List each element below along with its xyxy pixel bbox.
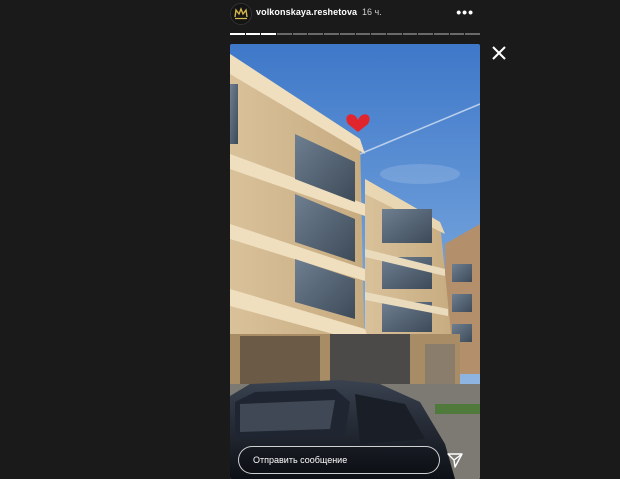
progress-segment [339,33,355,35]
story-header: volkonskaya.reshetova 16 ч. ••• [230,2,480,26]
story-progress [230,33,480,35]
progress-segment [402,33,418,35]
send-icon[interactable] [446,451,464,469]
story-image[interactable] [230,44,480,479]
more-dots-icon[interactable]: ••• [456,4,474,20]
progress-segment [433,33,449,35]
reply-input[interactable]: Отправить сообщение [238,446,440,474]
reply-placeholder: Отправить сообщение [253,455,348,465]
post-time: 16 ч. [362,7,382,17]
progress-segment [308,33,324,35]
progress-segment [245,33,261,35]
building-photo [230,44,480,479]
progress-segment [386,33,402,35]
progress-segment [449,33,465,35]
progress-segment [292,33,308,35]
progress-segment [465,33,480,35]
progress-segment [418,33,433,35]
progress-segment [277,33,292,35]
close-icon[interactable] [488,42,510,64]
progress-segment [261,33,277,35]
avatar[interactable] [230,3,252,25]
username[interactable]: volkonskaya.reshetova [256,7,357,17]
progress-segment [355,33,371,35]
progress-segment [324,33,339,35]
crown-logo-icon [231,4,251,24]
progress-segment [230,33,245,35]
progress-segment [371,33,386,35]
